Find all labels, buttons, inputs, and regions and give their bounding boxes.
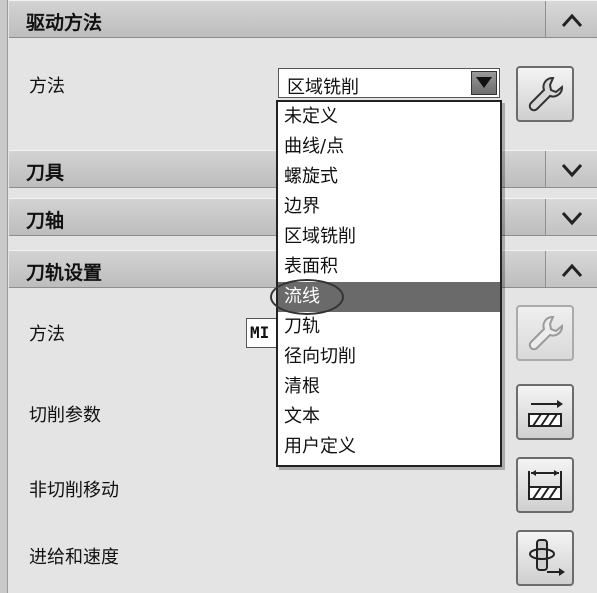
toolpath-method-label: 方法 [29,324,65,345]
option-toolpath[interactable]: 刀轨 [278,312,500,342]
axis-expand-button[interactable] [545,199,597,235]
drive-method-label: 方法 [29,76,65,97]
chevron-down-icon [476,77,492,88]
toolpath-settings-title: 刀轨设置 [26,262,103,284]
axis-title: 刀轴 [26,210,65,232]
wrench-icon [528,316,563,351]
feeds-speeds-label: 进给和速度 [29,547,119,568]
tool-title: 刀具 [26,162,65,184]
left-border [0,0,8,593]
drive-method-value: 区域铣削 [287,77,359,98]
cut-parameters-icon [528,400,563,427]
chevron-up-icon [561,13,583,28]
option-surface-area[interactable]: 表面积 [278,252,500,282]
option-boundary[interactable]: 边界 [278,192,500,222]
non-cutting-moves-button[interactable] [516,457,574,513]
option-area-milling[interactable]: 区域铣削 [278,222,500,252]
drive-method-dropdown-list[interactable]: 未定义 曲线/点 螺旋式 边界 区域铣削 表面积 流线 刀轨 径向切削 清根 文… [276,100,502,467]
toolpath-method-value: MI [250,323,270,342]
option-spiral[interactable]: 螺旋式 [278,162,500,192]
non-cutting-moves-label: 非切削移动 [29,480,119,501]
option-undefined[interactable]: 未定义 [278,102,500,132]
drive-method-select[interactable]: 区域铣削 [278,68,500,98]
option-curve-point[interactable]: 曲线/点 [278,132,500,162]
option-streamline[interactable]: 流线 [278,282,500,312]
non-cutting-moves-icon [528,470,562,500]
cut-parameters-label: 切削参数 [29,405,101,426]
chevron-down-icon [561,163,583,178]
edit-drive-method-button[interactable] [516,66,574,122]
option-text[interactable]: 文本 [278,402,500,432]
feeds-speeds-button[interactable] [516,530,574,586]
feeds-speeds-icon [529,539,565,576]
dropdown-arrow-button[interactable] [471,71,497,95]
chevron-up-icon [561,263,583,278]
option-flow-cut[interactable]: 清根 [278,372,500,402]
drive-method-collapse-button[interactable] [545,1,597,37]
edit-toolpath-method-button[interactable] [516,305,574,361]
tool-expand-button[interactable] [545,151,597,187]
chevron-down-icon [561,211,583,226]
toolpath-settings-collapse-button[interactable] [545,251,597,287]
drive-method-header[interactable]: 驱动方法 [9,0,597,38]
drive-method-title: 驱动方法 [26,12,103,34]
option-user-defined[interactable]: 用户定义 [278,432,500,462]
cut-parameters-button[interactable] [516,384,574,440]
option-radial-cut[interactable]: 径向切削 [278,342,500,372]
wrench-icon [528,77,563,112]
